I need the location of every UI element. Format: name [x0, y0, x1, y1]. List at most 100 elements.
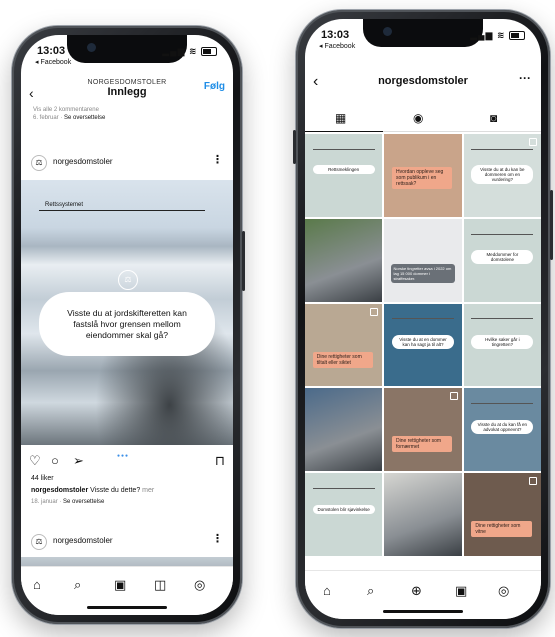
tile-divider [471, 403, 534, 405]
tile-text: Hvilke saker går i tingretten? [471, 335, 534, 350]
grid-post-tile[interactable]: Rettsmeklingen [305, 134, 383, 217]
tile-divider [471, 318, 534, 320]
back-to-facebook-link[interactable]: ◂ Facebook [319, 42, 355, 50]
post-caption: norgesdomstoler Visste du dette? mer [31, 487, 223, 494]
active-tab-indicator [305, 131, 383, 132]
grid-post-tile[interactable] [384, 473, 462, 556]
post-header: ‹ NORGESDOMSTOLER Innlegg Følg [21, 79, 233, 105]
tile-text: Visste du at en dommer kan ha sagt ja ti… [392, 335, 454, 350]
bookmark-icon[interactable]: ⊓ [215, 453, 225, 469]
next-post-account-row: ⚖ norgesdomstoler ⋮ [31, 531, 223, 553]
grid-post-tile[interactable]: Hvilke saker går i tingretten? [463, 303, 541, 387]
reels-icon[interactable]: ▣ [114, 577, 126, 593]
grid-post-tile[interactable] [305, 218, 383, 302]
grid-post-tile[interactable]: Dine rettigheter som fornærmet [384, 388, 462, 472]
power-button [550, 190, 553, 260]
battery-icon [509, 31, 525, 41]
tile-divider [312, 148, 375, 150]
post-date: 18. januar · Se oversettelse [31, 499, 105, 505]
battery-icon [201, 47, 217, 57]
more-options-icon[interactable]: ··· [519, 71, 531, 85]
tile-text: Visste du at du kan be dommeren om en vu… [471, 165, 534, 185]
phone-left: 13:03 ◂ Facebook ▂▄▆ ≋ ‹ NORGESDOMSTOLER… [12, 26, 245, 624]
follow-button[interactable]: Følg [204, 81, 225, 92]
page-title: Innlegg [107, 86, 147, 98]
tile-text: Domstolen blir sjøvinkelse [312, 504, 375, 514]
image-text-bubble: Visste du at jordskifteretten kan fastsl… [39, 292, 215, 356]
grid-post-tile[interactable]: Norske tingretter avsa i 2022 om lag 15 … [384, 218, 462, 302]
tile-text: Dine rettigheter som tiltalt eller sikte… [312, 351, 374, 368]
grid-post-tile[interactable]: Hvordan oppleve seg som publikum i en re… [384, 134, 462, 217]
post-actions: ♡ ○ ➢ ●●● ⊓ [29, 453, 225, 471]
tile-text: Visste du at du kan få en advokat oppnev… [471, 419, 534, 434]
profile-tabs: ▦ ◉ ◙ [305, 109, 541, 132]
caption-text: Visste du dette? [90, 487, 141, 494]
back-chevron-icon[interactable]: ‹ [313, 73, 318, 91]
tile-divider [471, 233, 534, 235]
image-tag: Rettssystemet [45, 202, 84, 208]
back-to-facebook-link[interactable]: ◂ Facebook [35, 58, 71, 66]
shop-icon[interactable]: ◫ [154, 577, 166, 593]
profile-title: norgesdomstoler [378, 75, 468, 87]
prev-date: 6. februar [33, 115, 59, 121]
power-button [242, 231, 245, 291]
reels-icon[interactable]: ▣ [455, 583, 467, 599]
wifi-icon: ≋ [496, 30, 506, 40]
grid-post-tile[interactable]: Visste du at du kan få en advokat oppnev… [463, 388, 541, 472]
next-more-options-icon[interactable]: ⋮ [212, 532, 223, 545]
grid-post-tile[interactable]: Dine rettigheter som tiltalt eller sikte… [305, 303, 383, 387]
tile-divider [471, 148, 534, 150]
signal-icon: ▂▄▆ [470, 30, 494, 40]
caption-account[interactable]: norgesdomstoler [31, 487, 88, 494]
bottom-tab-bar: ⌂ ⌕ ⊕ ▣ ◎ [305, 570, 541, 619]
tile-text: Hvordan oppleve seg som publikum i en re… [392, 167, 453, 190]
post-screen: 13:03 ◂ Facebook ▂▄▆ ≋ ‹ NORGESDOMSTOLER… [21, 35, 233, 615]
bottom-tab-bar: ⌂ ⌕ ▣ ◫ ◎ [21, 566, 233, 615]
grid-post-tile[interactable]: Visste du at du kan be dommeren om en vu… [463, 134, 541, 217]
share-icon[interactable]: ➢ [73, 453, 84, 469]
reels-tab-icon[interactable]: ◉ [413, 111, 423, 125]
multiple-images-icon [370, 307, 379, 316]
account-avatar[interactable]: ⚖ [31, 155, 47, 171]
search-icon[interactable]: ⌕ [74, 577, 81, 593]
tile-text: Dine rettigheter som fornærmet [392, 436, 453, 453]
carousel-dots: ●●● [117, 453, 130, 459]
grid-post-tile[interactable]: Dine rettigheter som vitne [463, 473, 541, 556]
back-chevron-icon[interactable]: ‹ [29, 85, 34, 101]
status-time: 13:03 [321, 29, 350, 41]
create-icon[interactable]: ⊕ [411, 583, 422, 599]
view-comments-link[interactable]: Vis alle 2 kommentarene [33, 107, 99, 113]
profile-icon[interactable]: ◎ [498, 583, 509, 599]
translate-link[interactable]: Se oversettelse [63, 499, 104, 505]
likes-count[interactable]: 44 liker [31, 475, 54, 482]
home-icon[interactable]: ⌂ [323, 583, 331, 598]
grid-post-tile[interactable]: Visste du at en dommer kan ha sagt ja ti… [384, 303, 462, 387]
account-name[interactable]: norgesdomstoler [53, 157, 113, 166]
next-account-avatar[interactable]: ⚖ [31, 534, 47, 550]
home-icon[interactable]: ⌂ [33, 577, 41, 592]
grid-post-tile[interactable]: Domstolen blir sjøvinkelse [305, 473, 383, 556]
grid-tab-icon[interactable]: ▦ [335, 111, 346, 125]
tagged-tab-icon[interactable]: ◙ [490, 111, 497, 125]
grid-post-tile[interactable] [305, 388, 383, 472]
profile-icon[interactable]: ◎ [194, 577, 205, 593]
heart-icon[interactable]: ♡ [29, 453, 41, 469]
status-time: 13:03 [37, 45, 66, 57]
grid-post-tile[interactable]: Meddommer for domstolene [463, 218, 541, 302]
tile-divider [392, 318, 454, 320]
tile-text: Meddommer for domstolene [471, 250, 534, 265]
profile-header: ‹ norgesdomstoler ··· [305, 71, 541, 97]
search-icon[interactable]: ⌕ [367, 583, 374, 599]
post-image[interactable]: Rettssystemet ⚖ Visste du at jordskifter… [21, 180, 233, 445]
caption-more-link[interactable]: mer [142, 487, 154, 494]
date-text: 18. januar [31, 499, 58, 505]
comment-icon[interactable]: ○ [51, 453, 59, 468]
next-account-name[interactable]: norgesdomstoler [53, 536, 113, 545]
court-emblem-icon: ⚖ [118, 270, 138, 290]
image-divider [39, 210, 205, 211]
prev-translate-link[interactable]: Se oversettelse [64, 115, 105, 121]
status-icons: ▂▄▆ ≋ [162, 46, 217, 57]
header-account: NORGESDOMSTOLER [87, 79, 167, 86]
signal-icon: ▂▄▆ [162, 46, 186, 56]
more-options-icon[interactable]: ⋮ [212, 153, 223, 166]
